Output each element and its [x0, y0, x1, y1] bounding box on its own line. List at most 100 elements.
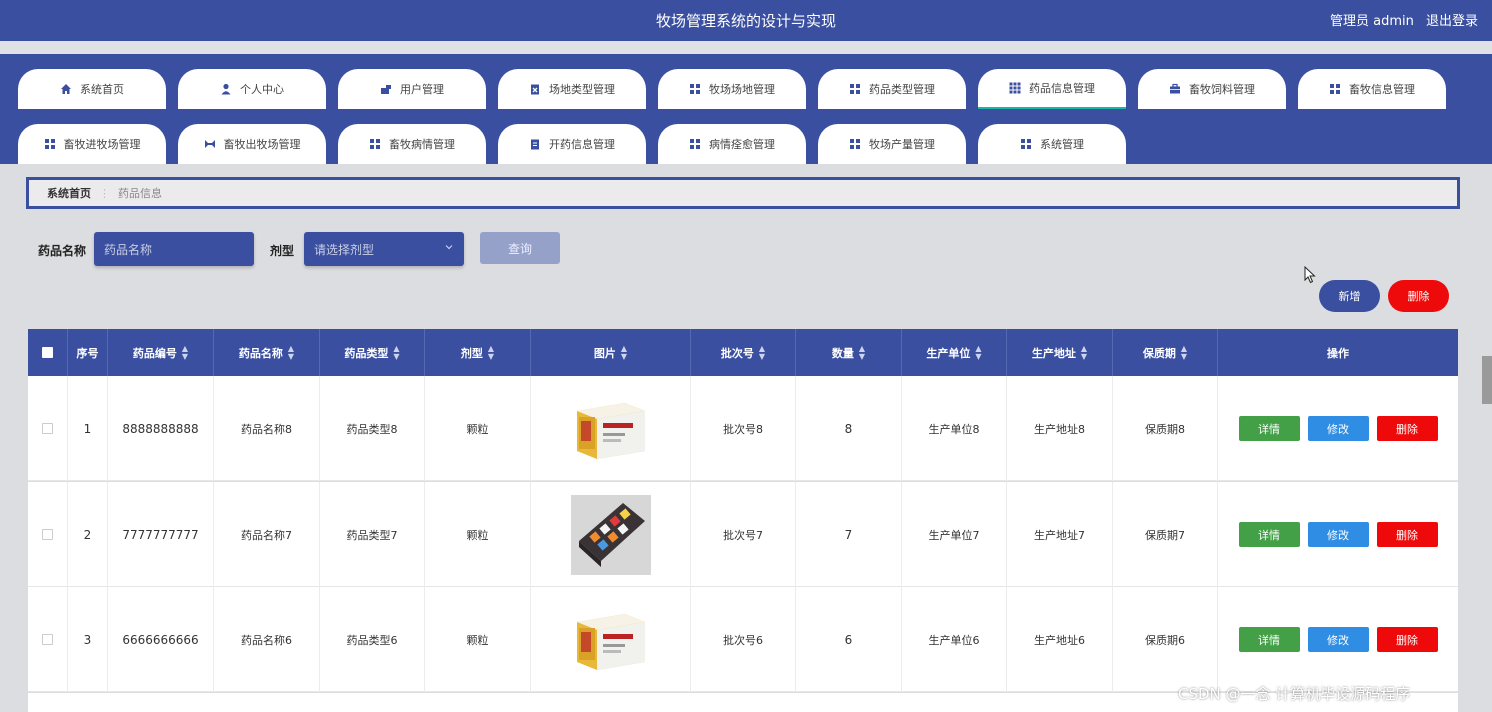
- user-area: 管理员 admin 退出登录: [1322, 10, 1478, 29]
- sort-icon[interactable]: ▲ ▼: [621, 344, 627, 361]
- row-checkbox[interactable]: [42, 423, 53, 434]
- col-batch[interactable]: 批次号 ▲ ▼: [691, 329, 796, 376]
- select-all-cell[interactable]: [28, 329, 68, 376]
- nav-area: 系统首页 个人中心 用户管理 场地类型管理 牧场场地管理 药品类型管理 药品信息…: [0, 54, 1492, 164]
- row-actions: 详情 修改 删除: [1218, 587, 1458, 692]
- col-form[interactable]: 剂型 ▲ ▼: [425, 329, 531, 376]
- grid9-icon: [1009, 82, 1021, 94]
- batch-no: 批次号8: [691, 376, 796, 481]
- tab-livestock-out[interactable]: 畜牧出牧场管理: [178, 124, 326, 164]
- col-qty[interactable]: 数量 ▲ ▼: [796, 329, 902, 376]
- logout-link[interactable]: 退出登录: [1426, 14, 1478, 29]
- sort-icon[interactable]: ▲ ▼: [859, 344, 865, 361]
- col-index: 序号: [68, 329, 108, 376]
- drug-name: 药品名称8: [214, 376, 320, 481]
- tab-livestock[interactable]: 畜牧信息管理: [1298, 69, 1446, 109]
- tab-system[interactable]: 系统管理: [978, 124, 1126, 164]
- grid-icon: [369, 138, 381, 150]
- breadcrumb-current: 药品信息: [118, 187, 162, 200]
- edit-button[interactable]: 修改: [1307, 627, 1369, 652]
- sort-icon[interactable]: ▲ ▼: [288, 344, 294, 361]
- user-label: 管理员 admin: [1329, 14, 1414, 29]
- grid-icon: [849, 83, 861, 95]
- drug-form: 颗粒: [425, 482, 531, 587]
- tab-feed[interactable]: 畜牧饲料管理: [1138, 69, 1286, 109]
- delete-button[interactable]: 删除: [1376, 627, 1438, 652]
- drug-name: 药品名称7: [214, 482, 320, 587]
- add-button[interactable]: 新增: [1319, 280, 1380, 312]
- grid-icon: [689, 83, 701, 95]
- sort-icon[interactable]: ▲ ▼: [393, 344, 399, 361]
- maker: 生产单位8: [902, 376, 1007, 481]
- shelf-life: 保质期7: [1113, 482, 1218, 587]
- tab-drug-type[interactable]: 药品类型管理: [818, 69, 966, 109]
- query-button[interactable]: 查询: [480, 232, 560, 264]
- tab-disease[interactable]: 畜牧病情管理: [338, 124, 486, 164]
- col-name[interactable]: 药品名称 ▲ ▼: [214, 329, 320, 376]
- select-all-checkbox[interactable]: [42, 347, 53, 358]
- scrollbar-thumb[interactable]: [1482, 356, 1492, 404]
- sort-icon[interactable]: ▲ ▼: [975, 344, 981, 361]
- grid-icon: [1020, 138, 1032, 150]
- delete-button[interactable]: 删除: [1376, 416, 1438, 441]
- quantity: 8: [796, 376, 902, 481]
- delete-button[interactable]: 删除: [1376, 522, 1438, 547]
- row-checkbox[interactable]: [42, 634, 53, 645]
- batch-delete-button[interactable]: 删除: [1388, 280, 1449, 312]
- tab-drug-info[interactable]: 药品信息管理: [978, 69, 1126, 109]
- briefcase-icon: [1169, 83, 1181, 95]
- watermark: CSDN @一念 计算机毕设源码程序: [1178, 685, 1411, 703]
- drug-name-input[interactable]: 药品名称: [94, 232, 254, 266]
- clipboard-icon: [529, 138, 541, 150]
- tab-personal[interactable]: 个人中心: [178, 69, 326, 109]
- detail-button[interactable]: 详情: [1238, 416, 1300, 441]
- table-row: 1 8888888888 药品名称8 药品类型8 颗粒 批次号8 8 生产单位8…: [28, 376, 1458, 481]
- maker-address: 生产地址7: [1007, 482, 1113, 587]
- mouse-cursor-icon: [1304, 266, 1316, 284]
- drug-code: 8888888888: [108, 376, 214, 481]
- edit-button[interactable]: 修改: [1307, 416, 1369, 441]
- drug-form: 颗粒: [425, 376, 531, 481]
- tab-home[interactable]: 系统首页: [18, 69, 166, 109]
- col-address[interactable]: 生产地址 ▲ ▼: [1007, 329, 1113, 376]
- breadcrumb: 系统首页 ⋮ 药品信息: [26, 177, 1460, 209]
- maker-address: 生产地址8: [1007, 376, 1113, 481]
- drug-type: 药品类型7: [320, 482, 425, 587]
- tab-recovery[interactable]: 病情痊愈管理: [658, 124, 806, 164]
- tab-venue-type[interactable]: 场地类型管理: [498, 69, 646, 109]
- sort-icon[interactable]: ▲ ▼: [488, 344, 494, 361]
- drug-name-label: 药品名称: [38, 244, 87, 258]
- drug-code: 7777777777: [108, 482, 214, 587]
- tab-prescription[interactable]: 开药信息管理: [498, 124, 646, 164]
- sort-icon[interactable]: ▲ ▼: [1081, 344, 1087, 361]
- breadcrumb-home[interactable]: 系统首页: [47, 185, 91, 201]
- col-maker[interactable]: 生产单位 ▲ ▼: [902, 329, 1007, 376]
- sort-icon[interactable]: ▲ ▼: [1181, 344, 1187, 361]
- col-type[interactable]: 药品类型 ▲ ▼: [320, 329, 425, 376]
- sort-icon[interactable]: ▲ ▼: [759, 344, 765, 361]
- detail-button[interactable]: 详情: [1238, 522, 1300, 547]
- col-code[interactable]: 药品编号 ▲ ▼: [108, 329, 214, 376]
- app-title: 牧场管理系统的设计与实现: [655, 12, 836, 30]
- col-shelf-life[interactable]: 保质期 ▲ ▼: [1113, 329, 1218, 376]
- tab-yield[interactable]: 牧场产量管理: [818, 124, 966, 164]
- maker: 生产单位7: [902, 482, 1007, 587]
- row-checkbox[interactable]: [42, 529, 53, 540]
- chevron-down-icon: [444, 242, 454, 255]
- edit-button[interactable]: 修改: [1307, 522, 1369, 547]
- tab-livestock-in[interactable]: 畜牧进牧场管理: [18, 124, 166, 164]
- tab-users[interactable]: 用户管理: [338, 69, 486, 109]
- header-gap: [0, 41, 1492, 54]
- grid-icon: [1329, 83, 1341, 95]
- detail-button[interactable]: 详情: [1238, 627, 1300, 652]
- table-row: 3 6666666666 药品名称6 药品类型6 颗粒 批次号6 6 生产单位6…: [28, 587, 1458, 692]
- image-cell: [531, 482, 691, 587]
- col-image[interactable]: 图片 ▲ ▼: [531, 329, 691, 376]
- row-index: 2: [68, 482, 108, 587]
- tab-ranch-venue[interactable]: 牧场场地管理: [658, 69, 806, 109]
- medicine-box-image: [570, 599, 651, 680]
- sort-icon[interactable]: ▲ ▼: [182, 344, 188, 361]
- table-header: 序号 药品编号 ▲ ▼ 药品名称 ▲ ▼ 药品类型 ▲ ▼ 剂型 ▲ ▼ 图片 ▲ ▼ 批次号 ▲ ▼ …: [28, 329, 1458, 376]
- form-select[interactable]: 请选择剂型: [304, 232, 464, 266]
- user-icon: [220, 83, 232, 95]
